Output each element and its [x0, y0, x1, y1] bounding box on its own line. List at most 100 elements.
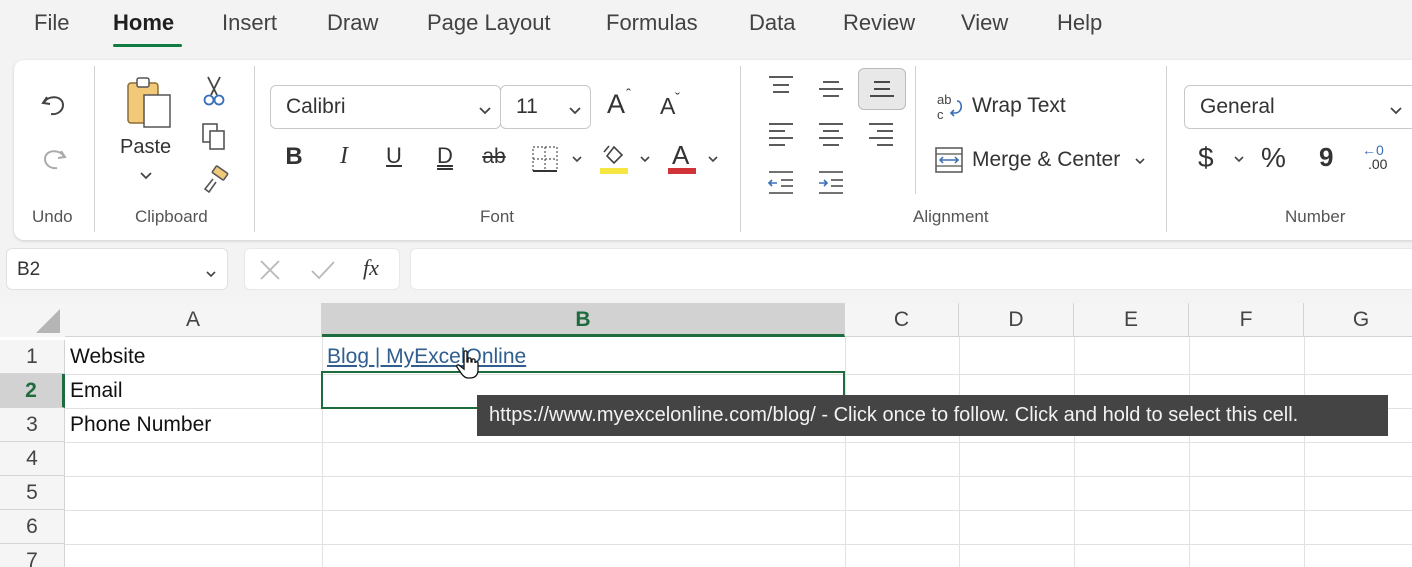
- cell-a3[interactable]: Phone Number: [65, 408, 211, 442]
- font-name-select[interactable]: Calibri: [270, 85, 501, 129]
- fill-color-dropdown-chevron-icon[interactable]: [638, 152, 652, 166]
- row-header-7[interactable]: 7: [0, 544, 65, 567]
- tab-home[interactable]: Home: [113, 10, 174, 36]
- tab-view[interactable]: View: [961, 10, 1008, 36]
- column-header-f[interactable]: F: [1189, 303, 1304, 337]
- align-center-icon[interactable]: [816, 120, 846, 148]
- select-all-corner[interactable]: [0, 303, 65, 337]
- clipboard-group-label: Clipboard: [135, 207, 208, 226]
- currency-button[interactable]: $: [1198, 142, 1214, 174]
- decrease-indent-icon[interactable]: [766, 168, 796, 196]
- merge-center-label[interactable]: Merge & Center: [972, 148, 1120, 172]
- paste-icon[interactable]: [120, 72, 178, 132]
- double-underline-button[interactable]: D: [431, 143, 459, 169]
- align-right-icon[interactable]: [866, 120, 896, 148]
- separator: [740, 66, 741, 232]
- tab-insert[interactable]: Insert: [222, 10, 277, 36]
- align-left-icon[interactable]: [766, 120, 796, 148]
- svg-text:c: c: [937, 107, 944, 122]
- gridline: [65, 476, 1412, 477]
- formula-controls: fx: [244, 248, 400, 290]
- cell-b1-hyperlink[interactable]: Blog | MyExcelOnline: [322, 340, 526, 374]
- font-size-select[interactable]: 11: [500, 85, 591, 129]
- increase-decimal-bottom[interactable]: .00: [1368, 156, 1387, 172]
- cell-a2[interactable]: Email: [65, 374, 123, 408]
- redo-icon[interactable]: [36, 140, 72, 176]
- row-header-1[interactable]: 1: [0, 340, 65, 374]
- comma-style-button[interactable]: 9: [1319, 142, 1333, 173]
- italic-button[interactable]: I: [330, 143, 358, 170]
- row-header-4[interactable]: 4: [0, 442, 65, 476]
- active-tab-indicator: [113, 44, 182, 47]
- tab-file[interactable]: File: [34, 10, 69, 36]
- row-header-5[interactable]: 5: [0, 476, 65, 510]
- tab-data[interactable]: Data: [749, 10, 795, 36]
- increase-indent-icon[interactable]: [816, 168, 846, 196]
- formula-input[interactable]: [410, 248, 1412, 290]
- gridline: [845, 337, 846, 567]
- column-header-c[interactable]: C: [845, 303, 959, 337]
- font-group-label: Font: [480, 207, 515, 226]
- name-box-value: B2: [17, 259, 41, 280]
- row-header-2[interactable]: 2: [0, 374, 65, 408]
- format-painter-icon[interactable]: [198, 164, 232, 196]
- merge-center-icon[interactable]: [934, 146, 964, 174]
- number-format-select[interactable]: General: [1184, 85, 1412, 129]
- row-header-6[interactable]: 6: [0, 510, 65, 544]
- enter-check-icon[interactable]: [309, 257, 337, 287]
- tab-draw[interactable]: Draw: [327, 10, 378, 36]
- font-color-swatch: [668, 168, 696, 174]
- hyperlink-tooltip: https://www.myexcelonline.com/blog/ - Cl…: [477, 395, 1388, 436]
- shrink-font-button[interactable]: A: [660, 93, 675, 120]
- column-header-d[interactable]: D: [959, 303, 1074, 337]
- paste-dropdown-chevron-icon[interactable]: [138, 168, 154, 184]
- column-header-a[interactable]: A: [65, 303, 322, 337]
- merge-dropdown-chevron-icon[interactable]: [1133, 154, 1147, 168]
- gridline: [65, 544, 1412, 545]
- undo-icon[interactable]: [36, 86, 72, 122]
- wrap-text-label[interactable]: Wrap Text: [972, 94, 1066, 118]
- font-size-value: 11: [516, 95, 538, 118]
- separator: [1166, 66, 1167, 232]
- chevron-down-icon: [478, 98, 492, 122]
- gridline: [959, 337, 960, 567]
- underline-button[interactable]: U: [380, 143, 408, 169]
- borders-dropdown-chevron-icon[interactable]: [570, 152, 584, 166]
- wrap-text-icon[interactable]: ab c: [934, 90, 966, 124]
- gridline: [65, 510, 1412, 511]
- bold-button[interactable]: B: [280, 143, 308, 171]
- tab-review[interactable]: Review: [843, 10, 915, 36]
- grow-font-button[interactable]: A: [607, 89, 625, 120]
- copy-icon[interactable]: [198, 120, 230, 154]
- tab-formulas[interactable]: Formulas: [606, 10, 698, 36]
- column-header-g[interactable]: G: [1304, 303, 1412, 337]
- strikethrough-button[interactable]: ab: [480, 145, 508, 169]
- tab-page-layout[interactable]: Page Layout: [427, 10, 551, 36]
- column-header-e[interactable]: E: [1074, 303, 1189, 337]
- number-group-label: Number: [1285, 207, 1346, 226]
- column-header-b[interactable]: B: [322, 303, 845, 337]
- insert-function-button[interactable]: fx: [363, 255, 379, 281]
- paste-label[interactable]: Paste: [120, 136, 171, 159]
- separator: [254, 66, 255, 232]
- percent-button[interactable]: %: [1261, 142, 1286, 174]
- font-color-button[interactable]: A: [672, 140, 689, 171]
- align-bottom-icon[interactable]: [858, 68, 906, 110]
- name-box[interactable]: B2: [6, 248, 228, 290]
- fill-color-bucket-icon[interactable]: [598, 142, 630, 176]
- separator: [915, 66, 916, 194]
- cancel-x-icon[interactable]: [257, 257, 283, 287]
- currency-dropdown-chevron-icon[interactable]: [1232, 152, 1246, 166]
- svg-text:ab: ab: [937, 92, 951, 107]
- chevron-down-icon[interactable]: [205, 263, 217, 285]
- row-header-3[interactable]: 3: [0, 408, 65, 442]
- cut-scissors-icon[interactable]: [198, 74, 230, 108]
- tab-help[interactable]: Help: [1057, 10, 1102, 36]
- borders-icon[interactable]: [530, 144, 560, 174]
- align-middle-icon[interactable]: [816, 76, 846, 102]
- chevron-down-icon: [568, 98, 582, 122]
- font-color-dropdown-chevron-icon[interactable]: [706, 152, 720, 166]
- cell-a1[interactable]: Website: [65, 340, 145, 374]
- align-top-icon[interactable]: [766, 72, 796, 98]
- separator: [94, 66, 95, 232]
